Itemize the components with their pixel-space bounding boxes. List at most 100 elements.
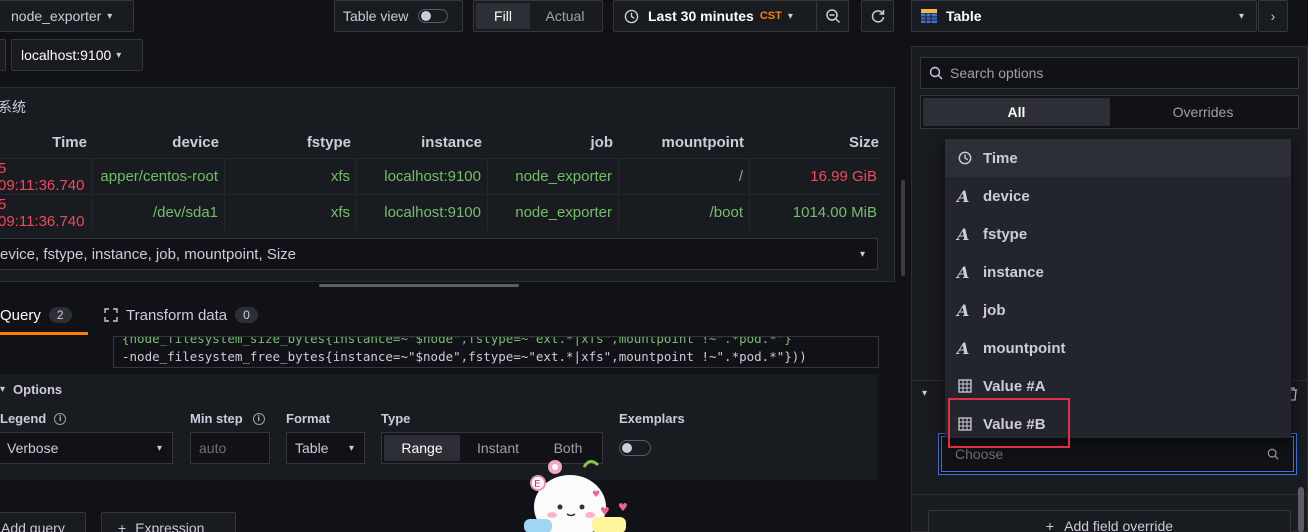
cell-time: 5 09:11:36.740 bbox=[0, 158, 93, 195]
column-header-mountpoint[interactable]: mountpoint bbox=[619, 124, 750, 160]
clock-icon bbox=[957, 151, 973, 165]
datasource-picker[interactable]: node_exporter ▾ bbox=[0, 0, 134, 32]
cell-job: node_exporter bbox=[488, 194, 619, 231]
cell-size: 16.99 GiB bbox=[810, 168, 877, 185]
variable-node-value: localhost:9100 bbox=[21, 47, 112, 63]
visualization-label: Table bbox=[946, 8, 982, 24]
format-select[interactable]: Table ▾ bbox=[286, 432, 365, 464]
panel-scrollbar[interactable] bbox=[901, 180, 905, 276]
column-header-size[interactable]: Size bbox=[750, 124, 883, 160]
cartoon-sticker-image: E ♥ ♥ ♥ bbox=[522, 457, 642, 532]
cell-device: /dev/sda1 bbox=[93, 194, 225, 231]
chevron-down-icon: ▾ bbox=[787, 10, 793, 22]
svg-text:♥: ♥ bbox=[600, 505, 610, 518]
dropdown-option-label: Value #A bbox=[983, 377, 1046, 395]
legend-label: Legend bbox=[0, 411, 47, 426]
promql-editor[interactable]: {node_filesystem_size_bytes{instance=~"$… bbox=[113, 336, 879, 368]
minstep-label-wrap: Min step i bbox=[190, 411, 265, 426]
dropdown-option-label: Time bbox=[983, 149, 1018, 167]
text-field-icon: A bbox=[957, 186, 970, 206]
code-line: -node_filesystem_free_bytes{instance=~"$… bbox=[122, 349, 807, 364]
options-scrollbar[interactable] bbox=[1298, 487, 1304, 532]
footer-select-value: evice, fstype, instance, job, mountpoint… bbox=[0, 245, 296, 263]
zoom-out-button[interactable] bbox=[816, 0, 849, 32]
table-view-switch[interactable] bbox=[418, 9, 449, 23]
column-header-instance[interactable]: instance bbox=[357, 124, 488, 160]
info-icon[interactable]: i bbox=[54, 412, 67, 425]
table-icon bbox=[920, 8, 938, 24]
table-field-icon bbox=[957, 379, 973, 393]
add-expression-button[interactable]: + Expression bbox=[101, 512, 236, 532]
dropdown-option-label: device bbox=[983, 187, 1030, 205]
actual-button[interactable]: Actual bbox=[530, 3, 600, 29]
field-dropdown-menu: Time A device A fstype A instance A job … bbox=[945, 139, 1291, 438]
svg-text:E: E bbox=[534, 479, 540, 490]
column-header-device[interactable]: device bbox=[93, 124, 225, 160]
table-panel: 系统 Time device fstype instance job mount… bbox=[0, 87, 895, 282]
visualization-picker[interactable]: Table ▾ bbox=[911, 0, 1257, 32]
chevron-down-icon: ▾ bbox=[348, 442, 354, 454]
text-field-icon: A bbox=[957, 224, 970, 244]
tab-overrides[interactable]: Overrides bbox=[1110, 98, 1296, 126]
dropdown-option-fstype[interactable]: A fstype bbox=[945, 215, 1291, 253]
datasource-label: node_exporter bbox=[11, 8, 102, 24]
add-query-button[interactable]: Add query bbox=[0, 512, 86, 532]
legend-label-wrap: Legend i bbox=[0, 411, 67, 426]
column-header-fstype[interactable]: fstype bbox=[225, 124, 357, 160]
options-search-input[interactable]: Search options bbox=[920, 57, 1299, 89]
cell-instance: localhost:9100 bbox=[357, 194, 488, 231]
column-header-time[interactable]: Time bbox=[0, 124, 93, 160]
clock-icon bbox=[624, 9, 639, 24]
format-label: Format bbox=[286, 411, 331, 426]
cell-mountpoint: /boot bbox=[619, 194, 750, 231]
dropdown-option-job[interactable]: A job bbox=[945, 291, 1291, 329]
dropdown-option-mountpoint[interactable]: A mountpoint bbox=[945, 329, 1291, 367]
info-icon[interactable]: i bbox=[252, 412, 265, 425]
options-search-placeholder: Search options bbox=[950, 65, 1044, 81]
refresh-icon bbox=[870, 8, 886, 24]
type-range-button[interactable]: Range bbox=[384, 435, 460, 461]
text-field-icon: A bbox=[957, 262, 970, 282]
variable-node-select[interactable]: localhost:9100 ▾ bbox=[11, 39, 143, 71]
minstep-placeholder: auto bbox=[199, 440, 227, 456]
fill-actual-radio: Fill Actual bbox=[473, 0, 603, 32]
table-footer-select[interactable]: evice, fstype, instance, job, mountpoint… bbox=[0, 238, 878, 270]
time-range-label: Last 30 minutes bbox=[648, 8, 754, 24]
table-view-toggle[interactable]: Table view bbox=[334, 0, 463, 32]
legend-select[interactable]: Verbose ▾ bbox=[0, 432, 173, 464]
options-label: Options bbox=[13, 382, 63, 397]
dropdown-option-instance[interactable]: A instance bbox=[945, 253, 1291, 291]
tab-transform-label: Transform data bbox=[126, 307, 228, 324]
dropdown-option-label: instance bbox=[983, 263, 1044, 281]
refresh-button[interactable] bbox=[861, 0, 894, 32]
table-row: 5 09:11:36.740 /dev/sda1 xfs localhost:9… bbox=[0, 194, 883, 231]
tab-query[interactable]: Query 2 bbox=[0, 307, 88, 335]
pane-resize-handle[interactable] bbox=[319, 284, 519, 287]
text-field-icon: A bbox=[957, 338, 970, 358]
fill-button[interactable]: Fill bbox=[476, 3, 530, 29]
chevron-down-icon[interactable]: ▾ bbox=[922, 388, 927, 399]
cell-job: node_exporter bbox=[488, 158, 619, 195]
format-value: Table bbox=[295, 440, 329, 456]
override-field-placeholder: Choose bbox=[955, 446, 1004, 462]
time-range-picker[interactable]: Last 30 minutes CST ▾ bbox=[613, 0, 817, 32]
options-toggle[interactable]: ▾ Options bbox=[0, 382, 62, 397]
cell-size: 1014.00 MiB bbox=[792, 204, 877, 221]
column-header-job[interactable]: job bbox=[488, 124, 619, 160]
section-divider bbox=[911, 494, 1308, 495]
zoom-out-icon bbox=[825, 8, 841, 24]
add-field-override-button[interactable]: + Add field override bbox=[928, 510, 1291, 532]
dropdown-option-time[interactable]: Time bbox=[945, 139, 1291, 177]
dropdown-option-device[interactable]: A device bbox=[945, 177, 1291, 215]
exemplars-switch[interactable] bbox=[619, 440, 651, 456]
collapse-options-button[interactable]: › bbox=[1258, 0, 1288, 32]
chevron-down-icon: ▾ bbox=[1238, 10, 1244, 22]
query-options: ▾ Options Legend i Verbose ▾ Min step i … bbox=[0, 374, 878, 480]
dropdown-option-label: mountpoint bbox=[983, 339, 1066, 357]
cell-fstype: xfs bbox=[225, 194, 357, 231]
chevron-right-icon: › bbox=[1270, 8, 1276, 24]
cell-time: 5 09:11:36.740 bbox=[0, 194, 93, 231]
tab-all[interactable]: All bbox=[923, 98, 1110, 126]
minstep-input[interactable]: auto bbox=[190, 432, 270, 464]
tab-transform[interactable]: Transform data 0 bbox=[104, 307, 258, 333]
